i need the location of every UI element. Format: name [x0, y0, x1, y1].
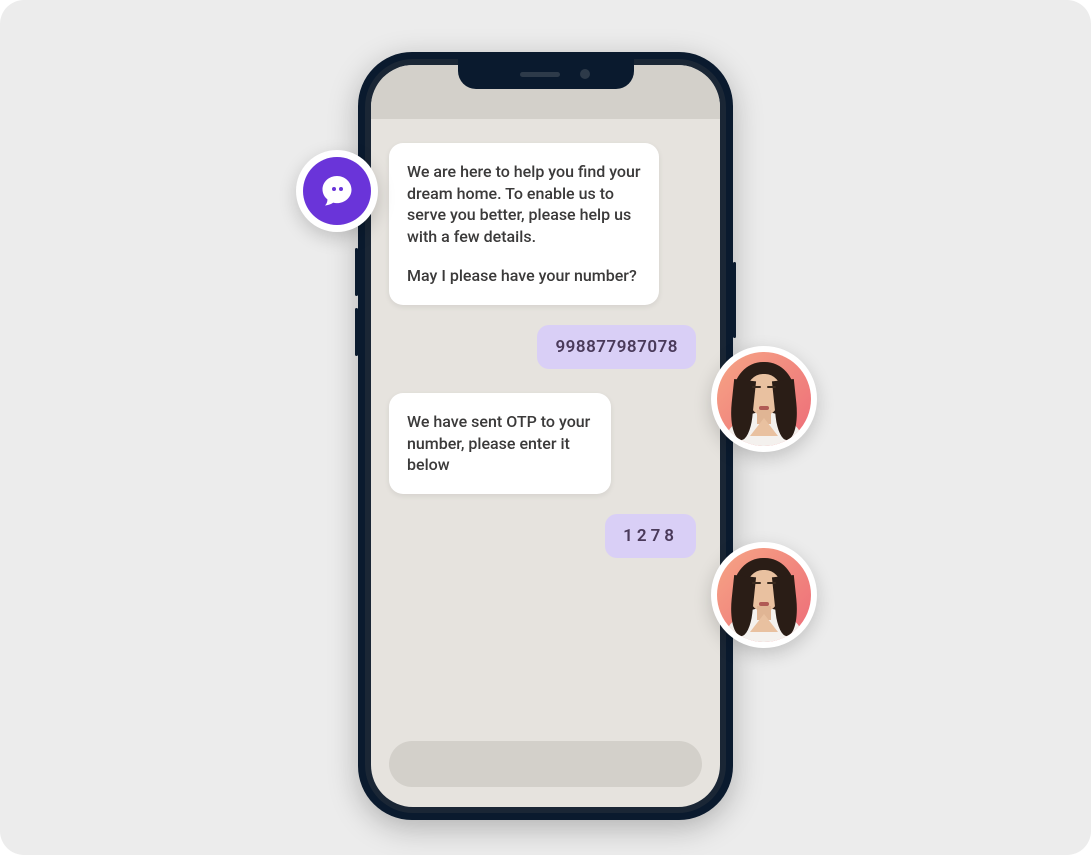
bot-message-text: May I please have your number?: [407, 265, 641, 287]
bot-message: We have sent OTP to your number, please …: [389, 393, 611, 494]
chat-bubble-icon: [303, 157, 371, 225]
user-avatar: [711, 542, 817, 648]
bot-message-text: We are here to help you find your dream …: [407, 161, 641, 247]
volume-down-button: [355, 308, 358, 356]
volume-up-button: [355, 248, 358, 296]
bot-icon-badge: [296, 150, 378, 232]
user-message-otp: 1278: [605, 514, 696, 558]
user-message: 998877987078: [537, 325, 696, 369]
canvas: We are here to help you find your dream …: [0, 0, 1091, 855]
chat-input[interactable]: [389, 741, 702, 787]
bot-message-text: We have sent OTP to your number, please …: [407, 412, 590, 474]
phone-bezel: We are here to help you find your dream …: [365, 59, 726, 813]
phone-frame: We are here to help you find your dream …: [358, 52, 733, 820]
bot-message: We are here to help you find your dream …: [389, 143, 659, 305]
chat-thread: We are here to help you find your dream …: [371, 119, 720, 807]
power-button: [733, 262, 736, 338]
phone-notch: [458, 59, 634, 89]
user-avatar: [711, 346, 817, 452]
phone-screen: We are here to help you find your dream …: [371, 65, 720, 807]
